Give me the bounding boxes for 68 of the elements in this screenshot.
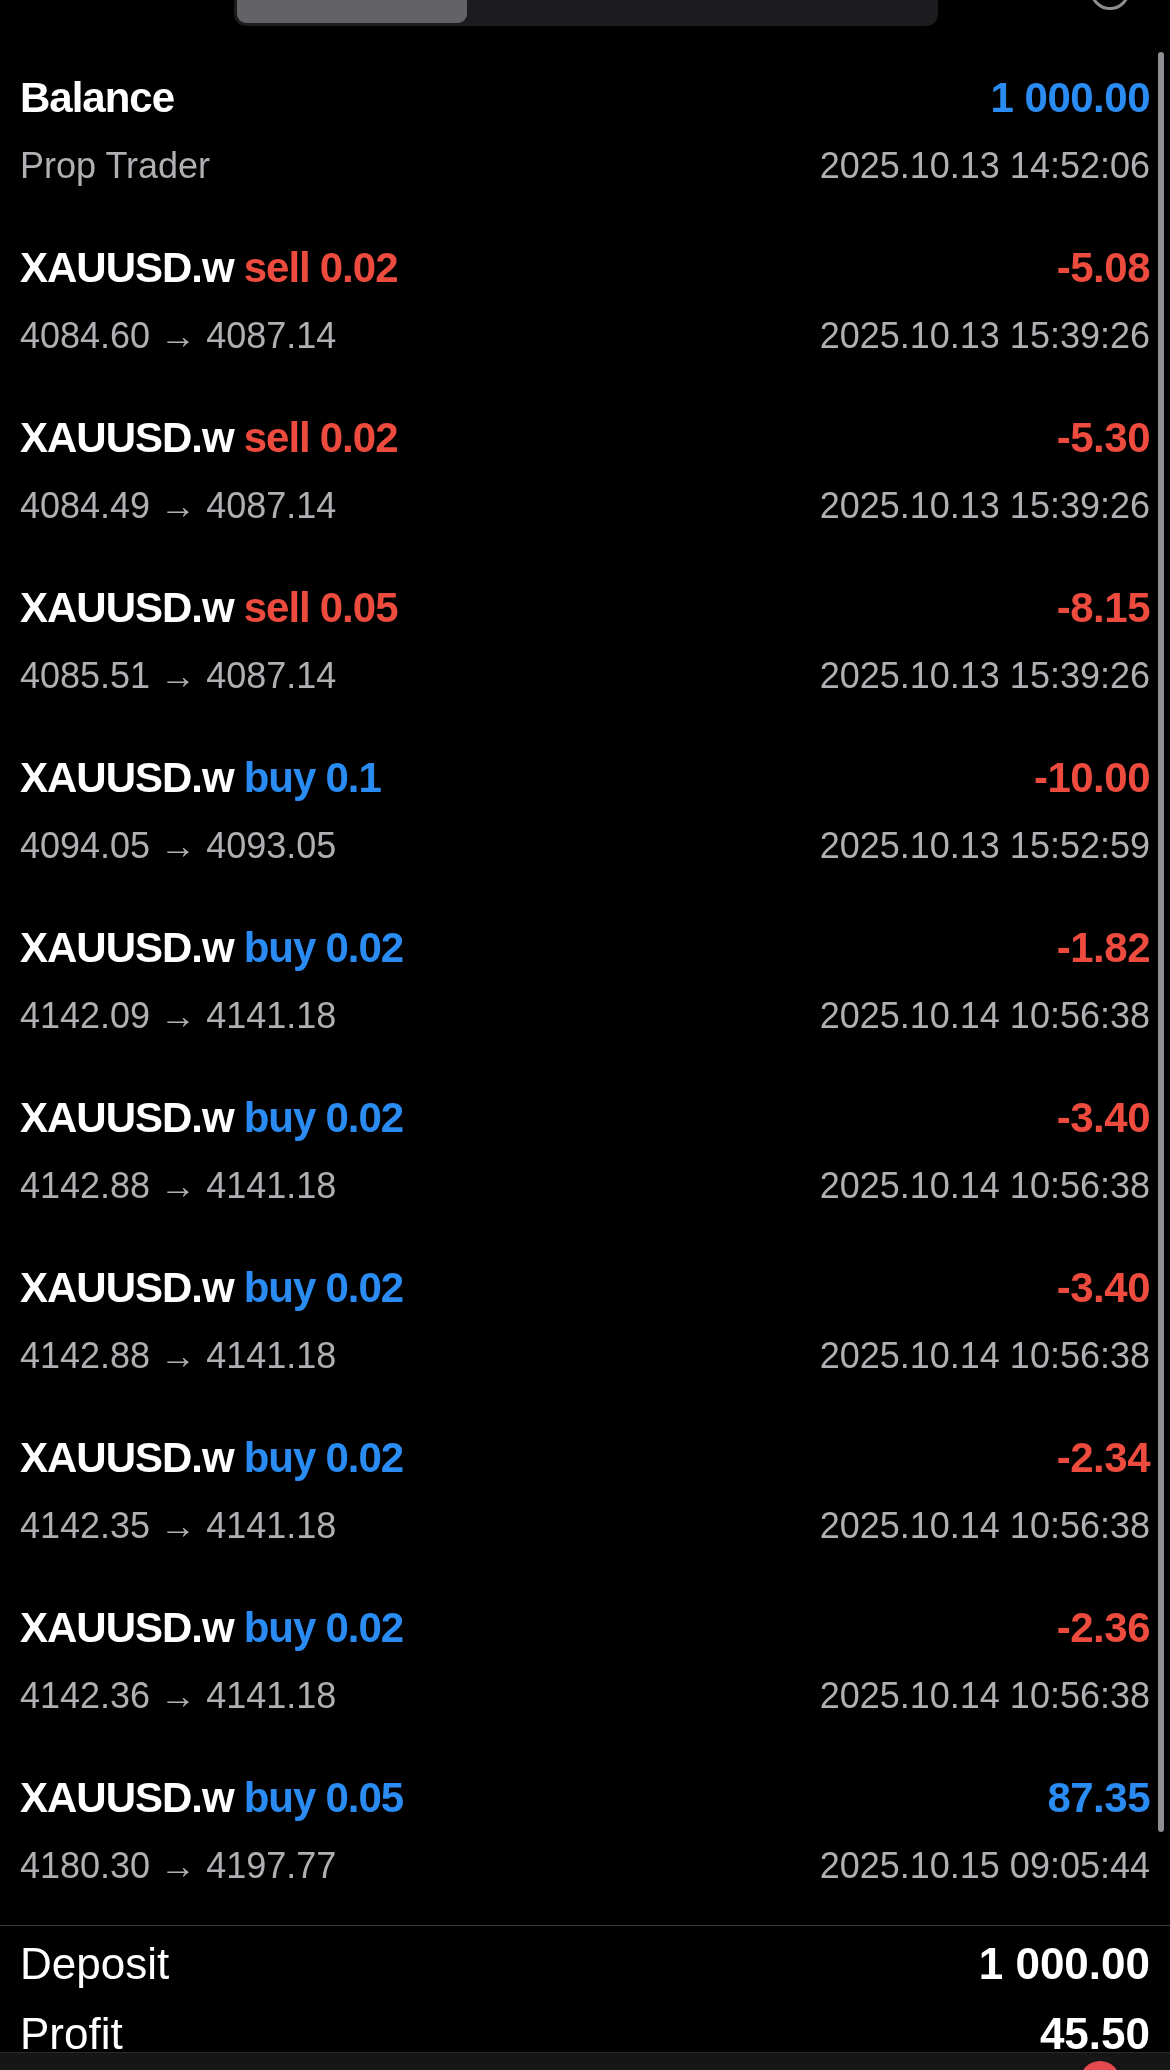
- trade-side: sell: [243, 244, 310, 292]
- trade-profit: -1.82: [1056, 924, 1150, 972]
- trade-volume: 0.02: [319, 414, 398, 462]
- symbol-label: XAUUSD.w: [20, 1264, 234, 1312]
- balance-label: Balance: [20, 74, 175, 122]
- trade-side: buy: [243, 754, 316, 802]
- timestamp: 2025.10.14 10:56:38: [819, 1505, 1150, 1547]
- symbol-label: XAUUSD.w: [20, 584, 234, 632]
- trade-profit: -8.15: [1056, 584, 1150, 632]
- timestamp: 2025.10.13 14:52:06: [819, 145, 1150, 187]
- price-range: 4142.36 → 4141.18: [20, 1675, 337, 1717]
- balance-amount: 1 000.00: [990, 74, 1150, 122]
- trade-profit: -3.40: [1056, 1094, 1150, 1142]
- symbol-label: XAUUSD.w: [20, 1604, 234, 1652]
- timestamp: 2025.10.13 15:39:26: [819, 315, 1150, 357]
- trade-profit: -2.36: [1056, 1604, 1150, 1652]
- trade-side: buy: [243, 1604, 316, 1652]
- price-range: 4084.49 → 4087.14: [20, 485, 337, 527]
- summary-value: 45.50: [1039, 2009, 1150, 2059]
- timestamp: 2025.10.14 10:56:38: [819, 1335, 1150, 1377]
- trade-profit: -10.00: [1033, 754, 1150, 802]
- trade-profit: -5.30: [1056, 414, 1150, 462]
- price-range: 4084.60 → 4087.14: [20, 315, 337, 357]
- trade-volume: 0.05: [325, 1774, 404, 1822]
- trade-profit: -5.08: [1056, 244, 1150, 292]
- summary-value: 1 000.00: [978, 1939, 1150, 1989]
- price-range: 4142.09 → 4141.18: [20, 995, 337, 1037]
- trade-volume: 0.02: [325, 924, 404, 972]
- price-range: 4142.35 → 4141.18: [20, 1505, 337, 1547]
- trade-volume: 0.05: [319, 584, 398, 632]
- price-range: 4180.30 → 4197.77: [20, 1845, 337, 1887]
- trade-side: buy: [243, 1434, 316, 1482]
- timestamp: 2025.10.14 10:56:38: [819, 995, 1150, 1037]
- symbol-label: XAUUSD.w: [20, 924, 234, 972]
- symbol-label: XAUUSD.w: [20, 1094, 234, 1142]
- symbol-label: XAUUSD.w: [20, 1774, 234, 1822]
- symbol-label: XAUUSD.w: [20, 244, 234, 292]
- trade-side: sell: [243, 584, 310, 632]
- trade-volume: 0.02: [325, 1264, 404, 1312]
- price-range: 4094.05 → 4093.05: [20, 825, 337, 867]
- trade-profit: -3.40: [1056, 1264, 1150, 1312]
- summary-label: Profit: [20, 2009, 123, 2059]
- timestamp: 2025.10.13 15:39:26: [819, 655, 1150, 697]
- trade-profit: 87.35: [1047, 1774, 1150, 1822]
- trade-volume: 0.02: [325, 1604, 404, 1652]
- timestamp: 2025.10.15 09:05:44: [819, 1845, 1150, 1887]
- timestamp: 2025.10.14 10:56:38: [819, 1165, 1150, 1207]
- price-range: 4142.88 → 4141.18: [20, 1335, 337, 1377]
- symbol-label: XAUUSD.w: [20, 414, 234, 462]
- symbol-label: XAUUSD.w: [20, 754, 234, 802]
- timestamp: 2025.10.13 15:52:59: [819, 825, 1150, 867]
- account-type: Prop Trader: [20, 145, 211, 187]
- trade-volume: 0.02: [319, 244, 398, 292]
- trade-side: buy: [243, 1094, 316, 1142]
- trade-profit: -2.34: [1056, 1434, 1150, 1482]
- trade-volume: 0.02: [325, 1434, 404, 1482]
- trade-side: buy: [243, 924, 316, 972]
- timestamp: 2025.10.13 15:39:26: [819, 485, 1150, 527]
- price-range: 4142.88 → 4141.18: [20, 1165, 337, 1207]
- timestamp: 2025.10.14 10:56:38: [819, 1675, 1150, 1717]
- trade-side: buy: [243, 1774, 316, 1822]
- trade-side: buy: [243, 1264, 316, 1312]
- summary-label: Deposit: [20, 1939, 170, 1989]
- price-range: 4085.51 → 4087.14: [20, 655, 337, 697]
- trade-volume: 0.02: [325, 1094, 404, 1142]
- symbol-label: XAUUSD.w: [20, 1434, 234, 1482]
- trade-volume: 0.1: [325, 754, 381, 802]
- trade-side: sell: [243, 414, 310, 462]
